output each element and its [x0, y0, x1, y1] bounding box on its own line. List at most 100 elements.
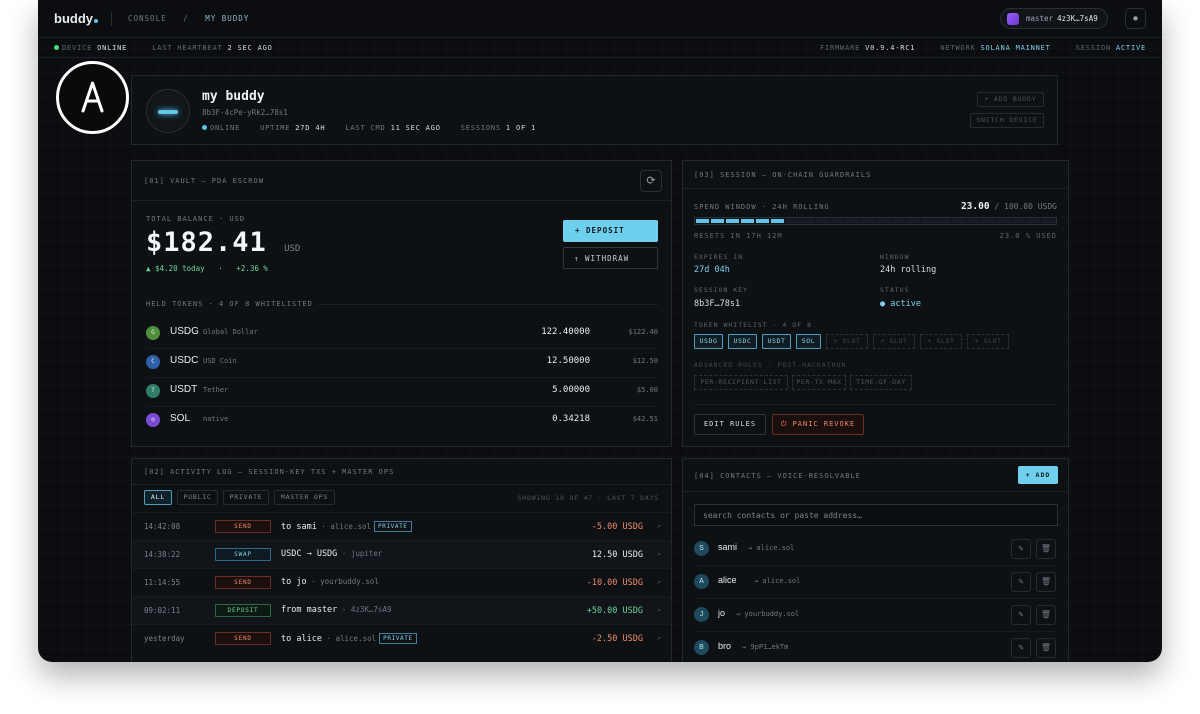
activity-meta: alice.sol — [330, 522, 372, 531]
activity-amount: -2.50 USDG — [591, 634, 643, 644]
token-row[interactable]: T USDT Tether 5.00000 $5.00 — [146, 378, 658, 407]
external-link-icon[interactable]: ↗ — [657, 606, 661, 614]
trash-icon[interactable]: 🗑 — [1036, 572, 1056, 592]
token-row[interactable]: C USDC USD Coin 12.50000 $12.50 — [146, 349, 658, 378]
pencil-icon[interactable]: ✎ — [1011, 539, 1031, 559]
token-usd-value: $5.00 — [636, 386, 658, 394]
whitelist-chip-sol[interactable]: SOL — [796, 334, 821, 349]
token-row[interactable]: G USDG Global Dollar 122.40000 $122.40 — [146, 320, 658, 349]
activity-description: to sami · alice.sol PRIVATE — [281, 521, 412, 532]
filter-tab-public[interactable]: PUBLIC — [177, 490, 218, 505]
progress-segment — [771, 219, 785, 223]
activity-row[interactable]: 14:38:22 SWAP USDC → USDG · jupiter 12.50 U… — [132, 540, 671, 568]
contact-avatar: A — [694, 574, 709, 589]
token-amount: 122.40000 — [541, 327, 590, 337]
trash-icon[interactable]: 🗑 — [1036, 638, 1056, 658]
external-link-icon[interactable]: ↗ — [657, 522, 661, 530]
activity-meta: alice.sol — [335, 634, 377, 643]
token-usdg-icon: G — [146, 326, 160, 340]
pencil-icon[interactable]: ✎ — [1011, 638, 1031, 658]
buddy-device-icon — [146, 89, 190, 133]
activity-meta: jupiter — [350, 549, 383, 558]
session-key-label: SESSION KEY — [694, 286, 749, 294]
window-value: 24h rolling — [880, 265, 937, 275]
contact-row[interactable]: Jjo → yourbuddy.sol ✎ 🗑 — [694, 599, 1058, 632]
activity-amount: 12.50 USDG — [591, 550, 643, 560]
vault-header: [01] VAULT — PDA ESCROW ⟳ — [132, 161, 671, 201]
brand-logo[interactable]: buddy — [54, 11, 98, 26]
external-link-icon[interactable]: ↗ — [657, 634, 661, 642]
external-link-icon[interactable]: ↗ — [657, 550, 661, 558]
advanced-rule-chip: PER-RECIPIENT LIST — [694, 375, 788, 390]
activity-row[interactable]: yesterday SEND to alice · alice.sol PRIVATE… — [132, 624, 671, 652]
activity-meta: 4z3K…7sA9 — [350, 605, 392, 614]
panic-revoke-button[interactable]: ⏻ PANIC REVOKE — [772, 414, 864, 435]
window-label: WINDOW — [880, 253, 910, 261]
progress-segment — [936, 219, 950, 223]
contact-row[interactable]: Bbro → 9pP1…ekTm ✎ 🗑 — [694, 632, 1058, 662]
contact-name: sami — [718, 542, 738, 552]
whitelist-chip-usdt[interactable]: USDT — [762, 334, 791, 349]
divider — [111, 12, 112, 26]
token-row[interactable]: ◎ SOL native 0.34218 $42.51 — [146, 407, 658, 436]
activity-time: yesterday — [144, 634, 185, 643]
progress-segment — [696, 219, 710, 223]
edit-rules-button[interactable]: EDIT RULES — [694, 414, 766, 435]
contacts-title: [04] CONTACTS — VOICE-RESOLVABLE — [694, 472, 861, 480]
add-contact-button[interactable]: + ADD — [1018, 466, 1058, 484]
activity-target: to alice — [281, 634, 322, 644]
progress-segment — [711, 219, 725, 223]
contact-row[interactable]: Ssami → alice.sol ✎ 🗑 — [694, 533, 1058, 566]
whitelist-chip-usdc[interactable]: USDC — [728, 334, 757, 349]
used-label: 23.0 % USED — [999, 232, 1057, 240]
token-usdt-icon: T — [146, 384, 160, 398]
activity-row[interactable]: 11:14:55 SEND to jo · yourbuddy.sol -10.00 … — [132, 568, 671, 596]
spend-value: 23.00 / 100.00 USDG — [960, 201, 1057, 212]
filter-tab-private[interactable]: PRIVATE — [223, 490, 269, 505]
contact-search-input[interactable] — [694, 504, 1058, 526]
activity-description: to jo · yourbuddy.sol — [281, 577, 379, 587]
master-wallet-pill[interactable]: master 4z3K…7sA9 — [1000, 8, 1108, 29]
pencil-icon[interactable]: ✎ — [1011, 605, 1031, 625]
activity-title: [02] ACTIVITY LOG — SESSION-KEY TXS + MA… — [144, 468, 395, 476]
empty-slot[interactable]: + SLOT — [873, 334, 915, 349]
status-label: STATUS — [880, 286, 910, 294]
online-dot-icon — [54, 45, 59, 50]
filter-tab-all[interactable]: ALL — [144, 490, 172, 505]
refresh-icon[interactable]: ⟳ — [640, 170, 662, 192]
activity-meta: yourbuddy.sol — [320, 577, 379, 586]
token-symbol: USDG — [170, 326, 199, 337]
trash-icon[interactable]: 🗑 — [1036, 605, 1056, 625]
deposit-button[interactable]: + DEPOSIT — [563, 220, 658, 242]
activity-description: from master · 4z3K…7sA9 — [281, 605, 391, 615]
contact-avatar: S — [694, 541, 709, 556]
accessibility-logo-glyph — [81, 81, 104, 113]
private-badge: PRIVATE — [374, 521, 412, 532]
activity-row[interactable]: 09:02:11 DEPOSIT from master · 4z3K…7sA9 +5… — [132, 596, 671, 624]
gear-icon[interactable]: ✹ — [1125, 8, 1146, 29]
balance-label: TOTAL BALANCE · USD — [146, 215, 246, 223]
add-buddy-button[interactable]: + ADD BUDDY — [977, 92, 1044, 107]
trash-icon[interactable]: 🗑 — [1036, 539, 1056, 559]
tx-type-badge: SEND — [215, 632, 271, 645]
withdraw-button[interactable]: ↑ WITHDRAW — [563, 247, 658, 269]
token-name: Global Dollar — [203, 328, 258, 336]
pencil-icon[interactable]: ✎ — [1011, 572, 1031, 592]
empty-slot[interactable]: + SLOT — [826, 334, 868, 349]
filter-tab-master-ops[interactable]: MASTER OPS — [274, 490, 335, 505]
buddy-card: my buddy 8b3F·4cPe·yRk2…78s1 ONLINE UPTI… — [131, 75, 1058, 145]
advanced-rule-chip: PER-TX MAX — [792, 375, 846, 390]
crumb-console[interactable]: CONSOLE — [128, 14, 167, 23]
empty-slot[interactable]: + SLOT — [967, 334, 1009, 349]
expires-label: EXPIRES IN — [694, 253, 744, 261]
advanced-rules-label: ADVANCED RULES · POST-HACKATHON — [694, 361, 847, 369]
whitelist-chip-usdg[interactable]: USDG — [694, 334, 723, 349]
contact-row[interactable]: Aalice → alice.sol ✎ 🗑 — [694, 566, 1058, 599]
empty-slot[interactable]: + SLOT — [920, 334, 962, 349]
expires-value: 27d 04h — [694, 265, 730, 275]
external-link-icon[interactable]: ↗ — [657, 578, 661, 586]
switch-device-button[interactable]: SWITCH DEVICE — [970, 113, 1044, 128]
wallet-avatar — [1007, 13, 1019, 25]
progress-segment — [921, 219, 935, 223]
activity-row[interactable]: 14:42:08 SEND to sami · alice.sol PRIVATE -5… — [132, 512, 671, 540]
